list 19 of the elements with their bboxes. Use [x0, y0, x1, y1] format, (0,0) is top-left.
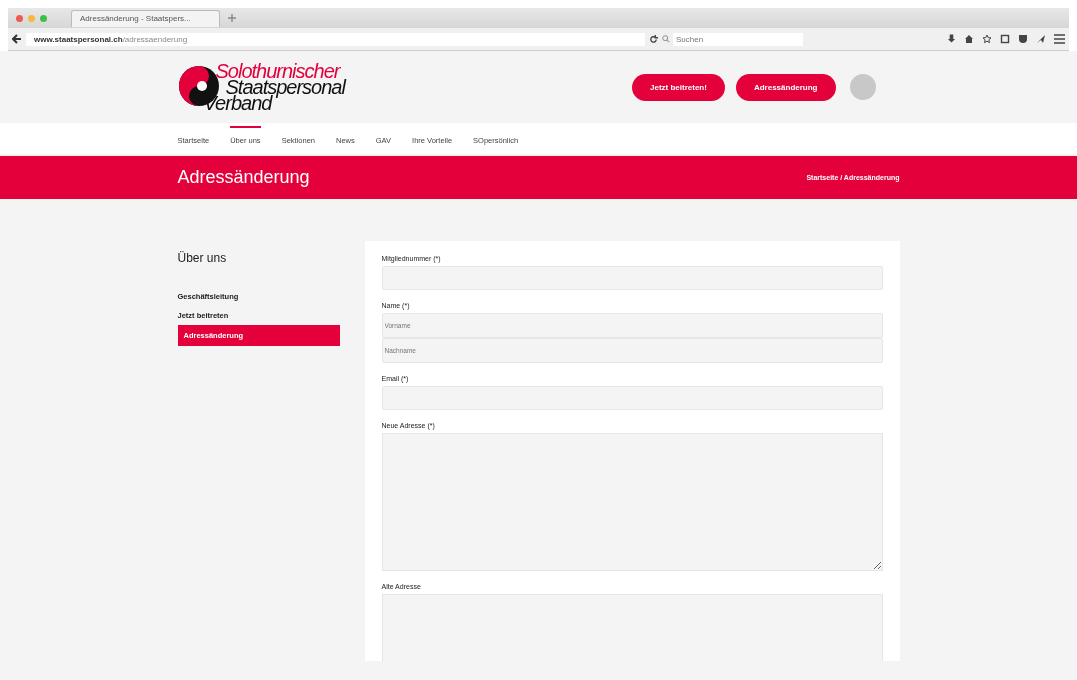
url-field[interactable]: www.staatspersonal.ch/adressaenderung — [26, 32, 645, 46]
search-field[interactable]: Suchen — [673, 32, 803, 46]
reload-icon[interactable] — [649, 34, 658, 44]
close-window-icon[interactable] — [16, 14, 23, 22]
search-icon — [662, 35, 670, 43]
menu-icon[interactable] — [1054, 34, 1065, 44]
page-title: Adressänderung — [177, 167, 310, 188]
header-button[interactable]: Jetzt beitreten! — [632, 73, 725, 101]
header-button[interactable]: Adressänderung — [735, 73, 836, 101]
star-icon[interactable] — [982, 34, 992, 44]
input-field[interactable] — [381, 386, 883, 410]
input-field[interactable] — [381, 266, 883, 290]
browser-tab[interactable]: Adressänderung - Staatspers... — [71, 9, 220, 27]
home-icon[interactable] — [964, 34, 974, 44]
sidebar-title: Über uns — [177, 251, 228, 265]
logo-text: Solothurnischer — [215, 63, 341, 79]
back-icon[interactable] — [12, 34, 22, 44]
new-tab-icon[interactable] — [227, 14, 236, 22]
download-icon[interactable] — [947, 34, 956, 44]
